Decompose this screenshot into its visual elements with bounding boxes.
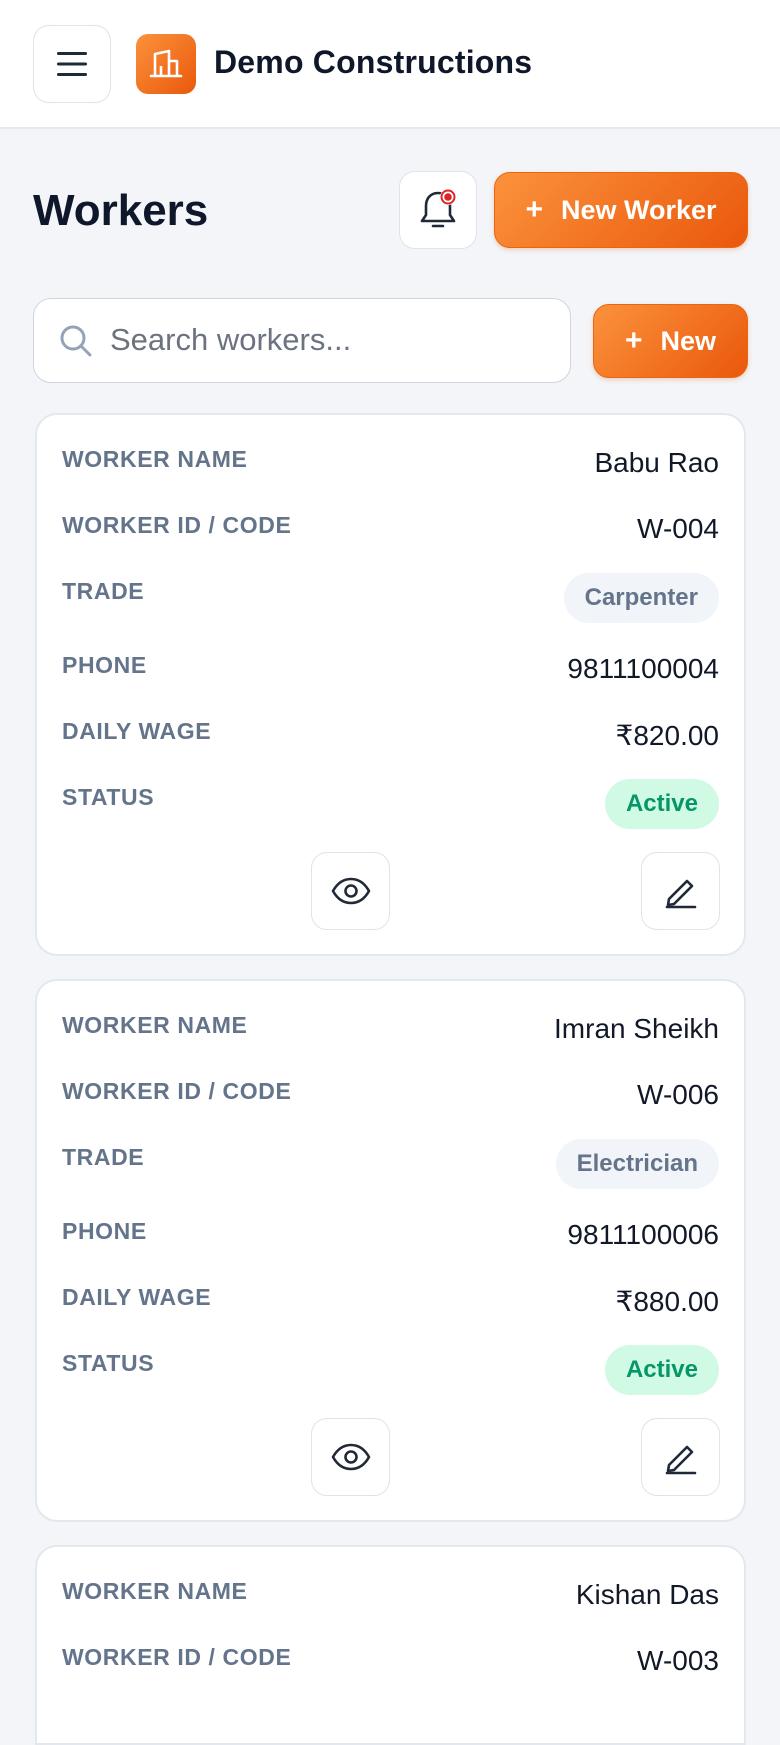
phone-label: PHONE bbox=[62, 1218, 147, 1244]
search-input[interactable] bbox=[110, 299, 550, 381]
new-worker-button[interactable]: + New Worker bbox=[494, 172, 748, 248]
worker-code-label: WORKER ID / CODE bbox=[62, 1078, 292, 1104]
new-worker-label: New Worker bbox=[560, 194, 717, 225]
view-button[interactable] bbox=[311, 1418, 390, 1496]
daily-wage-value: ₹820.00 bbox=[615, 720, 719, 751]
bell-icon bbox=[420, 189, 456, 228]
eye-icon bbox=[331, 1443, 370, 1471]
edit-button[interactable] bbox=[641, 852, 720, 930]
worker-code-label: WORKER ID / CODE bbox=[62, 1644, 292, 1670]
brand-logo bbox=[136, 34, 196, 94]
worker-name-label: WORKER NAME bbox=[62, 446, 248, 472]
worker-name-value: Kishan Das bbox=[575, 1579, 719, 1610]
worker-code-value: W-004 bbox=[637, 513, 719, 544]
worker-code-value: W-006 bbox=[637, 1079, 719, 1110]
status-label: STATUS bbox=[62, 784, 155, 810]
phone-value: 9811100006 bbox=[567, 1219, 719, 1250]
worker-name-value: Imran Sheikh bbox=[554, 1013, 719, 1044]
worker-card: WORKER NAME Kishan Das WORKER ID / CODE … bbox=[35, 1545, 746, 1745]
worker-name-label: WORKER NAME bbox=[62, 1578, 248, 1604]
search-box bbox=[33, 298, 571, 383]
trade-badge: Carpenter bbox=[563, 573, 719, 623]
daily-wage-label: DAILY WAGE bbox=[62, 718, 212, 744]
building-icon bbox=[149, 49, 183, 78]
worker-code-label: WORKER ID / CODE bbox=[62, 512, 292, 538]
brand-name: Demo Constructions bbox=[214, 44, 533, 80]
trade-badge: Electrician bbox=[555, 1139, 719, 1189]
pencil-icon bbox=[665, 879, 696, 909]
trade-label: TRADE bbox=[62, 578, 145, 604]
daily-wage-value: ₹880.00 bbox=[615, 1286, 719, 1317]
status-badge: Active bbox=[604, 779, 719, 829]
plus-icon: + bbox=[624, 324, 643, 357]
worker-code-value: W-003 bbox=[637, 1645, 719, 1676]
status-badge: Active bbox=[604, 1345, 719, 1395]
hamburger-menu-icon bbox=[57, 52, 87, 76]
eye-icon bbox=[331, 877, 370, 905]
page-title: Workers bbox=[33, 186, 209, 235]
trade-label: TRADE bbox=[62, 1144, 145, 1170]
pencil-icon bbox=[665, 1445, 696, 1475]
edit-button[interactable] bbox=[641, 1418, 720, 1496]
worker-name-value: Babu Rao bbox=[594, 447, 719, 478]
notifications-button[interactable] bbox=[399, 171, 477, 249]
search-icon bbox=[60, 325, 92, 357]
worker-name-label: WORKER NAME bbox=[62, 1012, 248, 1038]
plus-icon: + bbox=[525, 193, 543, 226]
view-button[interactable] bbox=[311, 852, 390, 930]
worker-card: WORKER NAME Babu Rao WORKER ID / CODE W-… bbox=[35, 413, 746, 956]
worker-card: WORKER NAME Imran Sheikh WORKER ID / COD… bbox=[35, 979, 746, 1522]
phone-value: 9811100004 bbox=[567, 653, 719, 684]
top-bar: Demo Constructions bbox=[0, 0, 780, 129]
menu-button[interactable] bbox=[33, 25, 111, 103]
new-label: New bbox=[660, 325, 717, 356]
daily-wage-label: DAILY WAGE bbox=[62, 1284, 212, 1310]
phone-label: PHONE bbox=[62, 652, 147, 678]
status-label: STATUS bbox=[62, 1350, 155, 1376]
new-button[interactable]: + New bbox=[593, 304, 748, 378]
